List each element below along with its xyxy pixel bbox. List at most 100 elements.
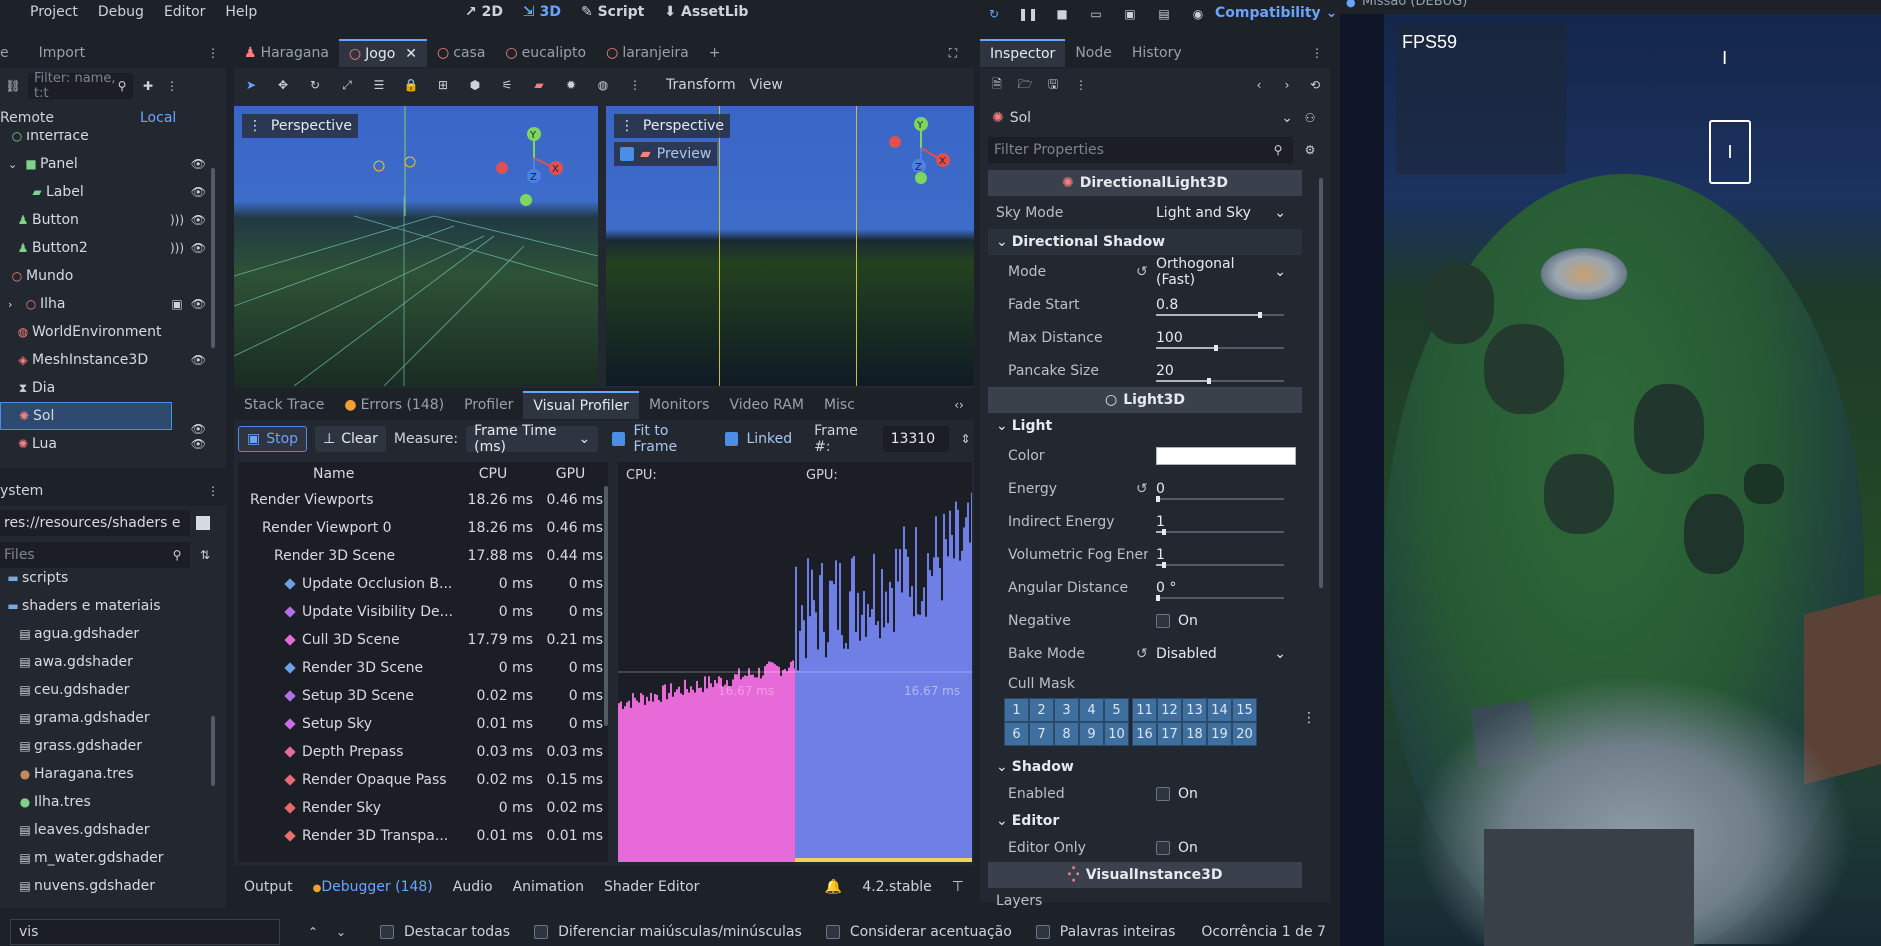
menu-dots-icon[interactable]: ⋮ [204, 482, 222, 500]
section-editor[interactable]: ⌄ Editor [988, 808, 1302, 834]
mode-2d-button[interactable]: ↗ 2D [465, 4, 503, 20]
table-row[interactable]: Render 3D Scene 0 ms 0 ms [238, 654, 608, 682]
tab-errors[interactable]: ● Errors (148) [334, 391, 454, 419]
save-icon[interactable]: 🖫 [1044, 76, 1062, 94]
sort-icon[interactable]: ⇅ [196, 546, 214, 564]
file-item[interactable]: ▤ agua.gdshader [0, 620, 226, 648]
fullscreen-icon[interactable]: ⛶ [944, 44, 962, 62]
revert-icon[interactable]: ↺ [1136, 264, 1148, 280]
highlight-all-checkbox[interactable] [380, 925, 394, 939]
scale-tool-icon[interactable]: ⤢ [338, 76, 356, 94]
section-directional-shadow[interactable]: ⌄ Directional Shadow [988, 229, 1302, 255]
back-icon[interactable]: ‹ [1250, 76, 1268, 94]
clear-button[interactable]: ⊥ Clear [315, 426, 386, 452]
play-custom-icon[interactable]: ▤ [1155, 5, 1173, 23]
pin-panel-icon[interactable]: ⊤ [952, 879, 964, 895]
scene-instance-icon[interactable]: ▣ [168, 295, 186, 313]
viewport-left[interactable]: Y X Z ⋮ Perspective [234, 106, 598, 386]
file-item[interactable]: ▤ grama.gdshader [0, 704, 226, 732]
table-row[interactable]: Depth Prepass 0.03 ms 0.03 ms [238, 738, 608, 766]
local-toggle[interactable]: Local [110, 110, 176, 126]
measure-select[interactable]: Frame Time (ms) ⌄ [466, 423, 599, 455]
color-picker[interactable] [1156, 446, 1296, 465]
table-row[interactable]: Render 3D Scene 17.88 ms 0.44 ms [238, 542, 608, 570]
cull-mask-layer-5[interactable]: 5 [1104, 698, 1129, 722]
visibility-icon[interactable]: 👁 [191, 241, 206, 255]
cull-mask-layer-20[interactable]: 20 [1232, 722, 1257, 746]
history-icon[interactable]: ⟲ [1306, 76, 1324, 94]
viewport-menu-button[interactable]: ⋮ Perspective [242, 114, 358, 138]
table-row[interactable]: Setup Sky 0.01 ms 0 ms [238, 710, 608, 738]
cull-mask-layer-1[interactable]: 1 [1004, 698, 1029, 722]
cull-mask-layer-6[interactable]: 6 [1004, 722, 1029, 746]
menu-dots-icon[interactable]: ⋮ [626, 76, 644, 94]
tree-item-button[interactable]: ♟ Button))) 👁 [0, 206, 226, 234]
find-input[interactable]: vis [10, 919, 280, 945]
file-item[interactable]: ▤ awa.gdshader [0, 648, 226, 676]
mode-script-button[interactable]: ✎ Script [581, 4, 644, 20]
game-window[interactable]: ● Missão (DEBUG) FPS59 I I [1340, 0, 1881, 946]
cull-mask-layer-19[interactable]: 19 [1207, 722, 1232, 746]
table-row[interactable]: Update Visibility De... 0 ms 0 ms [238, 598, 608, 626]
find-previous-icon[interactable]: ⌃ [304, 923, 322, 941]
move-tool-icon[interactable]: ✥ [274, 76, 292, 94]
menu-dots-icon[interactable]: ⋮ [1302, 710, 1316, 726]
tab-profiler[interactable]: Profiler [454, 391, 523, 419]
tab-audio[interactable]: Audio [453, 879, 493, 895]
sky-mode-select[interactable]: Light and Sky ⌄ [1148, 200, 1292, 226]
cull-mask-layer-10[interactable]: 10 [1104, 722, 1129, 746]
tree-item-mundo[interactable]: ○ Mundo [0, 262, 226, 290]
preview-checkbox[interactable] [620, 147, 634, 161]
indirect-energy-slider[interactable]: 1 [1148, 509, 1292, 535]
menu-editor[interactable]: Editor [164, 4, 205, 20]
table-row[interactable]: Render Viewports 18.26 ms 0.46 ms [238, 486, 608, 514]
table-row[interactable]: Update Occlusion B... 0 ms 0 ms [238, 570, 608, 598]
linked-checkbox[interactable] [725, 432, 739, 446]
spin-arrows-icon[interactable]: ⇕ [957, 430, 974, 448]
viewport-menu-button[interactable]: ⋮ Perspective [614, 114, 730, 138]
volumetric-fog-slider[interactable]: 1 [1148, 542, 1292, 568]
file-item[interactable]: ▤ grass.gdshader [0, 732, 226, 760]
environment-toggle-icon[interactable]: ◍ [594, 76, 612, 94]
angular-distance-slider[interactable]: 0 ° [1148, 575, 1292, 601]
tab-jogo[interactable]: ○ Jogo ✕ [338, 39, 428, 67]
file-item[interactable]: ▤ ceu.gdshader [0, 676, 226, 704]
table-row[interactable]: Setup 3D Scene 0.02 ms 0 ms [238, 682, 608, 710]
open-folder-icon[interactable]: 🗁 [1016, 76, 1034, 94]
menu-help[interactable]: Help [225, 4, 257, 20]
match-diacritics-checkbox[interactable] [825, 925, 840, 939]
play-scene-icon[interactable]: ▣ [1121, 5, 1139, 23]
mode-3d-button[interactable]: ⇲ 3D [523, 4, 561, 20]
visibility-icon[interactable]: 👁 [191, 422, 206, 436]
tree-item-button2[interactable]: ♟ Button2))) 👁 [0, 234, 226, 262]
cull-mask-layer-12[interactable]: 12 [1157, 698, 1182, 722]
stop-icon[interactable]: ■ [1053, 5, 1071, 23]
tab-casa[interactable]: ○ casa [427, 39, 495, 67]
cull-mask-layer-18[interactable]: 18 [1182, 722, 1207, 746]
revert-icon[interactable]: ↺ [1136, 481, 1148, 497]
menu-dots-icon[interactable]: ⋮ [1308, 44, 1326, 62]
cull-mask-layer-13[interactable]: 13 [1182, 698, 1207, 722]
script-attach-icon[interactable]: ✚ [139, 77, 157, 95]
frame-graph[interactable]: CPU: GPU: 16.67 ms 16.67 ms [618, 462, 972, 862]
cull-mask-layer-3[interactable]: 3 [1054, 698, 1079, 722]
fade-start-slider[interactable]: 0.8 [1148, 292, 1292, 318]
tab-laranjeira[interactable]: ○ laranjeira [596, 39, 699, 67]
shadow-mode-select[interactable]: Orthogonal (Fast) ⌄ [1148, 256, 1292, 288]
tree-item-interface[interactable]: ○ Interface [0, 132, 226, 150]
cull-mask-layer-7[interactable]: 7 [1029, 722, 1054, 746]
fit-to-frame-checkbox[interactable] [612, 432, 626, 446]
visibility-icon[interactable]: 👁 [191, 185, 206, 199]
lock-icon[interactable]: 🔒 [402, 76, 420, 94]
tab-node[interactable]: Node [1065, 39, 1122, 67]
group-icon[interactable]: ⊞ [434, 76, 452, 94]
filter-properties-input[interactable]: Filter Properties ⚲ [988, 137, 1293, 163]
split-view-icon[interactable] [196, 516, 210, 530]
cull-mask-layer-15[interactable]: 15 [1232, 698, 1257, 722]
file-item[interactable]: ● Ilha.tres [0, 788, 226, 816]
table-row[interactable]: Render Sky 0 ms 0.02 ms [238, 794, 608, 822]
visibility-icon[interactable]: 👁 [191, 157, 206, 171]
tree-item-sol[interactable]: ✺ Sol [0, 402, 172, 430]
forward-icon[interactable]: › [1278, 76, 1296, 94]
new-resource-icon[interactable]: 🗎 [988, 76, 1006, 94]
